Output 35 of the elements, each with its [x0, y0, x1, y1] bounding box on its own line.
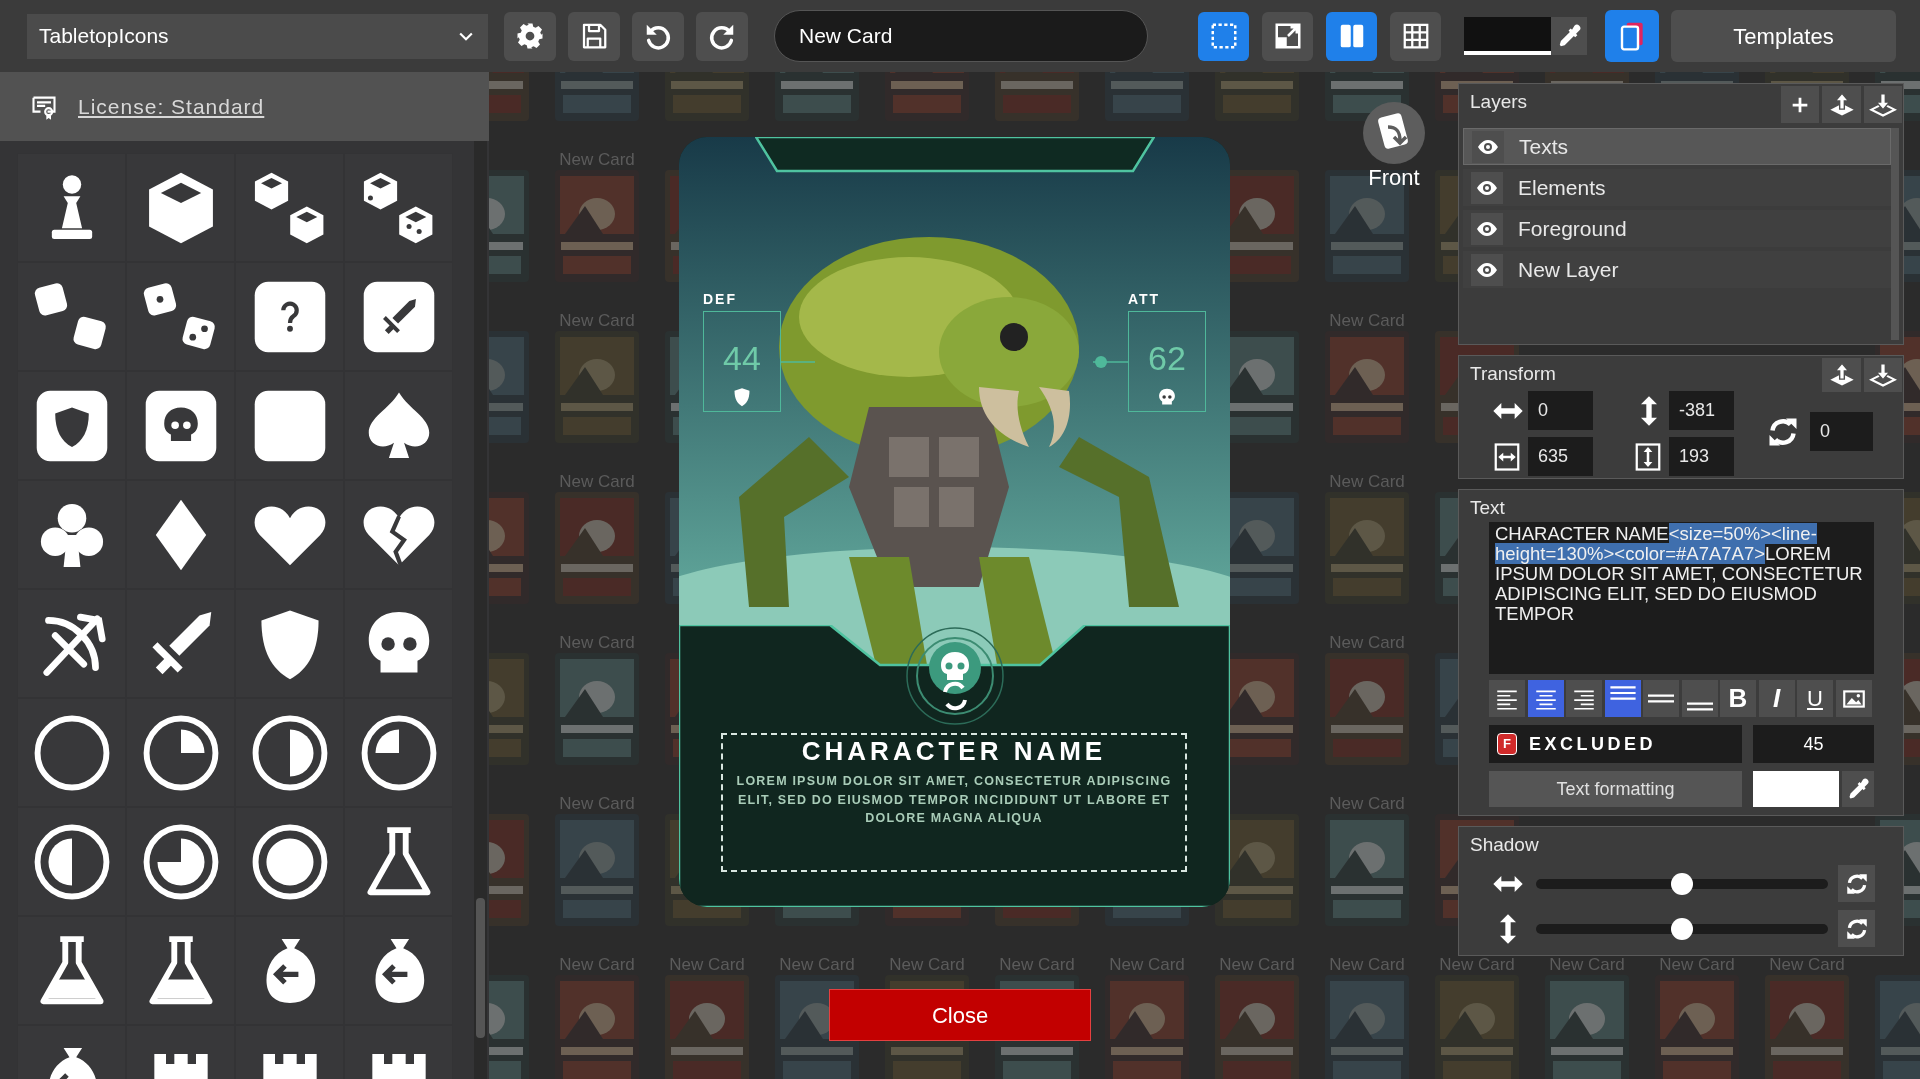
license-link[interactable]: License: Standard	[78, 90, 265, 123]
font-name: EXCLUDED	[1529, 732, 1656, 756]
card-name-field[interactable]: New Card	[774, 10, 1148, 62]
section-title: Layers	[1470, 90, 1528, 114]
text-editor[interactable]: CHARACTER NAME<size=50%><line-height=130%><color=#A7A7A7>LOREM IPSUM DOLOR SIT AMET, CONSECTETUR ADIPISCING ELIT, SED DO EIUSMOD TEMPOR	[1489, 522, 1874, 674]
section-title: Transform	[1470, 362, 1556, 386]
close-button[interactable]: Close	[829, 989, 1091, 1041]
project-dropdown[interactable]: TabletopIcons	[27, 13, 488, 59]
layer-name: Texts	[1519, 133, 1568, 160]
text-formatting-button[interactable]: Text formatting	[1489, 771, 1742, 807]
x-position-field[interactable]: 0	[1528, 391, 1593, 430]
section-title: Shadow	[1470, 833, 1539, 857]
card-title: CHARACTER NAME	[801, 736, 1107, 766]
layer-name: Foreground	[1518, 215, 1627, 242]
layer-row[interactable]: Texts	[1463, 128, 1891, 165]
italic-button[interactable]: I	[1758, 680, 1795, 717]
layer-row[interactable]: Foreground	[1463, 210, 1891, 247]
font-size-field[interactable]: 45	[1753, 725, 1874, 763]
y-position-field[interactable]: -381	[1669, 391, 1734, 430]
font-dropdown[interactable]: F EXCLUDED	[1489, 725, 1742, 763]
layer-row[interactable]: New Layer	[1463, 251, 1891, 288]
layer-name: New Layer	[1518, 256, 1619, 283]
templates-button[interactable]: Templates	[1671, 10, 1896, 62]
layer-name: Elements	[1518, 174, 1606, 201]
height-field[interactable]: 193	[1669, 437, 1734, 476]
layer-row[interactable]: Elements	[1463, 169, 1891, 206]
rotation-field[interactable]: 0	[1810, 412, 1873, 451]
section-title: Text	[1470, 496, 1505, 520]
width-field[interactable]: 635	[1528, 437, 1593, 476]
side-toggle-button[interactable]: Front	[1362, 101, 1426, 191]
bold-button[interactable]: B	[1720, 680, 1756, 717]
card-description: LOREM IPSUM DOLOR SIT AMET, CONSECTETUR ADIPISCING ELIT, SED DO EIUSMOD TEMPOR INCIDIDUNT UT LABORE ET DOLORE MAGNA ALIQUA	[735, 773, 1173, 827]
dropdown-value: TabletopIcons	[39, 23, 169, 50]
underline-button[interactable]: U	[1797, 680, 1833, 717]
font-badge: F	[1497, 733, 1517, 755]
